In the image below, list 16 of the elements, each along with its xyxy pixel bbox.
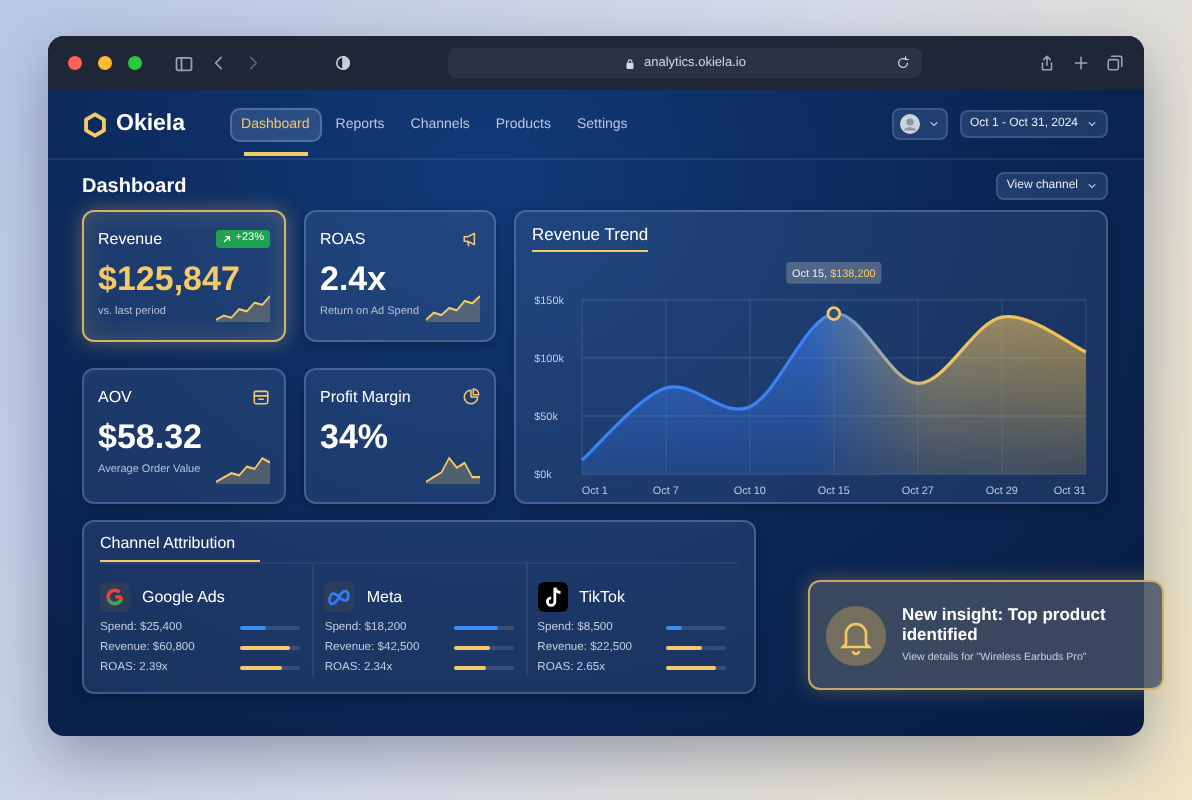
metric-title: ROAS xyxy=(320,229,366,247)
metric-value: $125,847 xyxy=(98,260,242,300)
metric-value: 2.4x xyxy=(320,260,389,300)
metric-title: Profit Margin xyxy=(320,387,411,405)
metric-value: 34% xyxy=(320,418,391,458)
metric-title: Revenue xyxy=(98,229,163,247)
metric-value: $58.32 xyxy=(98,418,204,458)
insight-title: New insight: Top product identified xyxy=(902,606,1108,646)
chart-title: Revenue Trend xyxy=(532,224,649,252)
metric-title: AOV xyxy=(98,387,132,405)
channel-name: TikTok xyxy=(579,588,625,606)
channel-name: Meta xyxy=(366,588,403,606)
channel-name: Google Ads xyxy=(142,588,225,606)
page-title: Dashboard xyxy=(82,175,187,197)
panel-title: Channel Attribution xyxy=(100,534,260,562)
brand-name: Okiela xyxy=(116,112,186,136)
